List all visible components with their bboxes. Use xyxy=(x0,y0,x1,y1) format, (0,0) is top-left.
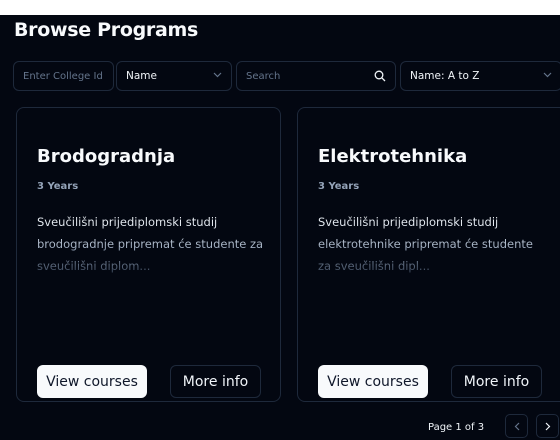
program-title: Brodogradnja xyxy=(37,146,176,167)
view-courses-button[interactable]: View courses xyxy=(37,365,147,398)
program-duration: 3 Years xyxy=(318,181,360,192)
pagination-label: Page 1 of 3 xyxy=(428,422,485,433)
search-input[interactable] xyxy=(246,70,366,82)
more-info-button[interactable]: More info xyxy=(170,365,261,398)
next-page-button[interactable] xyxy=(536,414,559,438)
search-icon[interactable] xyxy=(374,70,386,82)
program-duration: 3 Years xyxy=(37,181,79,192)
program-card: Brodogradnja 3 Years Sveučilišni prijedi… xyxy=(16,107,281,402)
college-id-input[interactable] xyxy=(23,70,104,82)
name-select[interactable]: Name xyxy=(116,61,232,91)
chevron-down-icon xyxy=(543,71,552,81)
program-description: Sveučilišni prijediplomski studij brodog… xyxy=(37,211,267,277)
app-window: Browse Programs Name Name: A to Z Brodog… xyxy=(0,15,560,440)
sort-select-value: Name: A to Z xyxy=(410,70,480,82)
view-courses-button[interactable]: View courses xyxy=(318,365,428,398)
name-select-value: Name xyxy=(126,70,157,82)
program-description: Sveučilišni prijediplomski studij elektr… xyxy=(318,211,548,277)
program-card: Elektrotehnika 3 Years Sveučilišni prije… xyxy=(297,107,560,402)
college-id-field[interactable] xyxy=(13,61,114,91)
program-title: Elektrotehnika xyxy=(318,146,468,167)
chevron-left-icon xyxy=(514,422,519,430)
chevron-down-icon xyxy=(213,71,222,81)
more-info-button[interactable]: More info xyxy=(451,365,542,398)
previous-page-button[interactable] xyxy=(505,414,528,438)
sort-select[interactable]: Name: A to Z xyxy=(400,61,560,91)
page-title: Browse Programs xyxy=(14,19,199,41)
chevron-right-icon xyxy=(545,422,550,430)
search-field[interactable] xyxy=(236,61,396,91)
